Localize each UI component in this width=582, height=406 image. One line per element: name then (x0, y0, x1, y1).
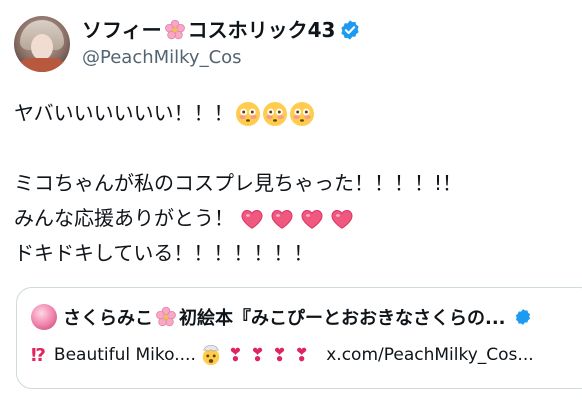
author-handle[interactable]: @PeachMilky_Cos (82, 46, 361, 70)
heart-icon (241, 209, 263, 229)
tweet-line-4-text: ドキドキしている！！！！！！！ (14, 241, 314, 265)
cherry-blossom-icon (156, 306, 176, 327)
quoted-author-name-part2: 初絵本『みこぴーとおおきなさくらの... (179, 308, 506, 329)
author-name-part1: ソフィー (82, 18, 162, 42)
author-display-name[interactable]: ソフィー コスホリック43 (82, 18, 361, 42)
tweet-line-3: みんな応援ありがとう！ (14, 201, 574, 236)
heart-exclamation-icon: ❣ (272, 344, 288, 366)
tweet-line-1-text: ヤバいいいいいい！！！ (14, 101, 234, 125)
verified-badge-icon[interactable] (339, 19, 361, 41)
tweet-header: ソフィー コスホリック43 @PeachMilky_Cos (14, 14, 361, 74)
tweet-text: ヤバいいいいいい！！！ ミコちゃんが私のコスプレ見ちゃった！！！！!！ みんな応… (14, 96, 574, 271)
tweet-card: ソフィー コスホリック43 @PeachMilky_Cos ヤバいいいいいい！！… (0, 0, 582, 406)
quoted-tweet-link[interactable]: x.com/PeachMilky_Cos... (326, 345, 533, 365)
heart-exclamation-icon: ❣ (249, 344, 266, 366)
flushed-face-icon (262, 101, 287, 126)
quoted-tweet-header: さくらみこ 初絵本『みこぴーとおおきなさくらの... (31, 304, 532, 330)
tweet-line-1: ヤバいいいいいい！！！ (14, 96, 574, 131)
heart-icon (271, 209, 293, 229)
cherry-blossom-icon (164, 19, 185, 40)
quoted-tweet-text: ⁉ Beautiful Miko.... ❣ ❣ ❣ ❣ x.com/Peach… (31, 344, 534, 366)
interrobang-icon: ⁉ (31, 344, 46, 366)
quoted-author-name-part1: さくらみこ (63, 308, 153, 329)
author-names: ソフィー コスホリック43 @PeachMilky_Cos (82, 18, 361, 70)
heart-exclamation-icon: ❣ (227, 344, 243, 366)
flushed-face-icon (235, 101, 260, 126)
tweet-line-4: ドキドキしている！！！！！！！ (14, 236, 574, 271)
exploding-head-icon (202, 345, 220, 366)
author-name-part2: コスホリック43 (187, 18, 336, 42)
heart-exclamation-icon: ❣ (294, 344, 310, 366)
tweet-line-3-text: みんな応援ありがとう！ (14, 206, 234, 230)
flushed-face-icon (289, 101, 314, 126)
heart-icon (301, 209, 323, 229)
quoted-author-avatar[interactable] (31, 304, 57, 330)
verified-badge-icon (515, 309, 530, 325)
tweet-line-2-text: ミコちゃんが私のコスプレ見ちゃった！！！！!！ (14, 171, 463, 195)
quoted-tweet-text-content: Beautiful Miko.... (53, 345, 196, 365)
quoted-tweet-card[interactable]: さくらみこ 初絵本『みこぴーとおおきなさくらの... ⁉ Beautiful M… (16, 287, 582, 389)
tweet-line-2: ミコちゃんが私のコスプレ見ちゃった！！！！!！ (14, 166, 574, 201)
heart-icon (331, 209, 353, 229)
author-avatar[interactable] (14, 16, 70, 72)
